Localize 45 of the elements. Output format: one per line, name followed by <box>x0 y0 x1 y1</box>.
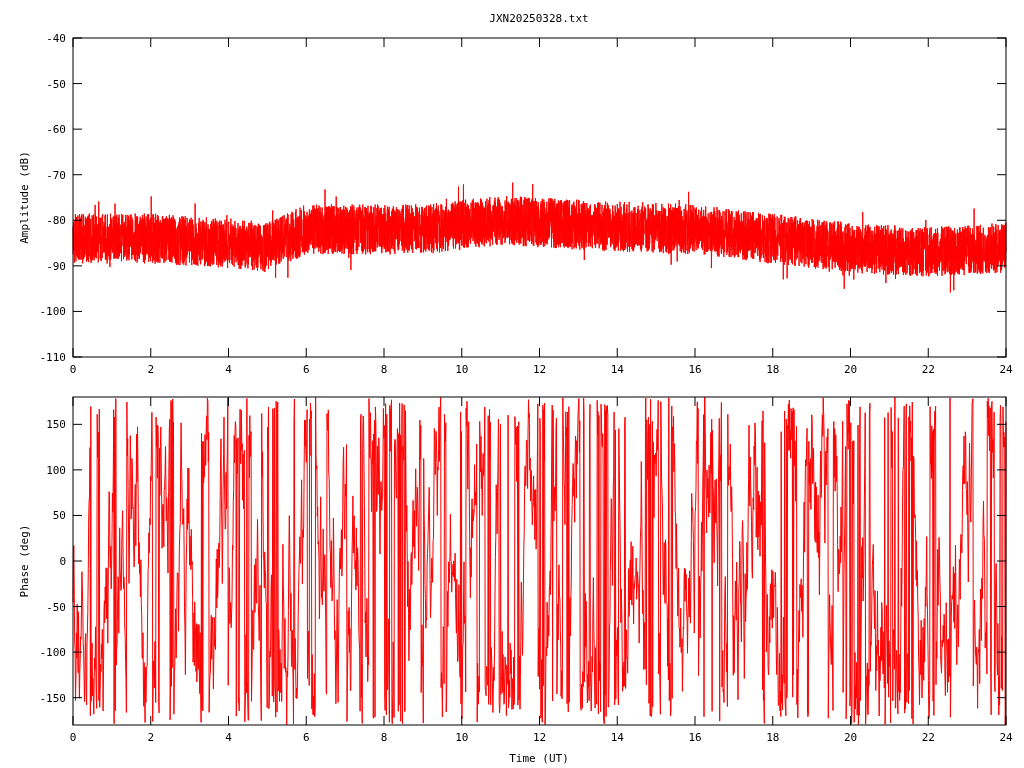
y-tick-label: -150 <box>39 691 66 705</box>
x-tick-label: 4 <box>225 731 232 744</box>
x-tick-label: 16 <box>688 731 702 744</box>
x-tick-label: 24 <box>999 363 1013 376</box>
x-tick-label: 22 <box>921 731 935 744</box>
x-tick-label: 12 <box>532 731 547 744</box>
x-tick-label: 22 <box>921 363 935 376</box>
x-tick-label: 18 <box>766 363 780 376</box>
x-tick-label: 2 <box>147 731 155 744</box>
y-tick-label: -90 <box>46 259 66 273</box>
y-tick-label: 50 <box>52 509 66 523</box>
x-tick-label: 16 <box>688 363 702 376</box>
y-tick-label: -80 <box>46 214 66 228</box>
x-tick-label: 4 <box>225 363 232 376</box>
x-tick-label: 0 <box>69 363 77 376</box>
y-tick-label: 0 <box>59 555 66 568</box>
x-tick-label: 14 <box>610 363 624 376</box>
y-tick-label: -100 <box>39 305 66 319</box>
y-tick-label: 100 <box>46 463 66 477</box>
y-tick-label: -40 <box>46 32 66 45</box>
x-tick-label: 10 <box>455 363 469 376</box>
x-tick-label: 18 <box>766 731 780 744</box>
x-tick-label: 6 <box>302 363 310 376</box>
x-tick-label: 20 <box>843 731 858 744</box>
x-tick-label: 6 <box>302 731 310 744</box>
x-tick-label: 14 <box>610 731 624 744</box>
x-tick-label: 2 <box>147 363 155 376</box>
y-axis-label: Amplitude (dB) <box>18 151 31 244</box>
y-tick-label: -50 <box>46 600 66 614</box>
y-tick-label: 150 <box>46 418 66 432</box>
y-tick-label: -50 <box>46 77 66 91</box>
x-tick-label: 20 <box>843 363 858 376</box>
y-tick-label: -110 <box>39 351 66 364</box>
y-tick-label: -60 <box>46 123 66 137</box>
x-tick-label: 12 <box>532 363 547 376</box>
x-tick-label: 24 <box>999 731 1013 744</box>
x-tick-label: 8 <box>380 363 388 376</box>
y-tick-label: -70 <box>46 168 66 182</box>
x-tick-label: 8 <box>380 731 388 744</box>
chart-title: JXN20250328.txt <box>489 12 589 25</box>
x-axis-label: Time (UT) <box>509 752 569 765</box>
y-tick-label: -100 <box>39 646 66 660</box>
x-tick-label: 10 <box>455 731 469 744</box>
x-tick-label: 0 <box>69 731 77 744</box>
y-axis-label: Phase (deg) <box>18 524 31 598</box>
